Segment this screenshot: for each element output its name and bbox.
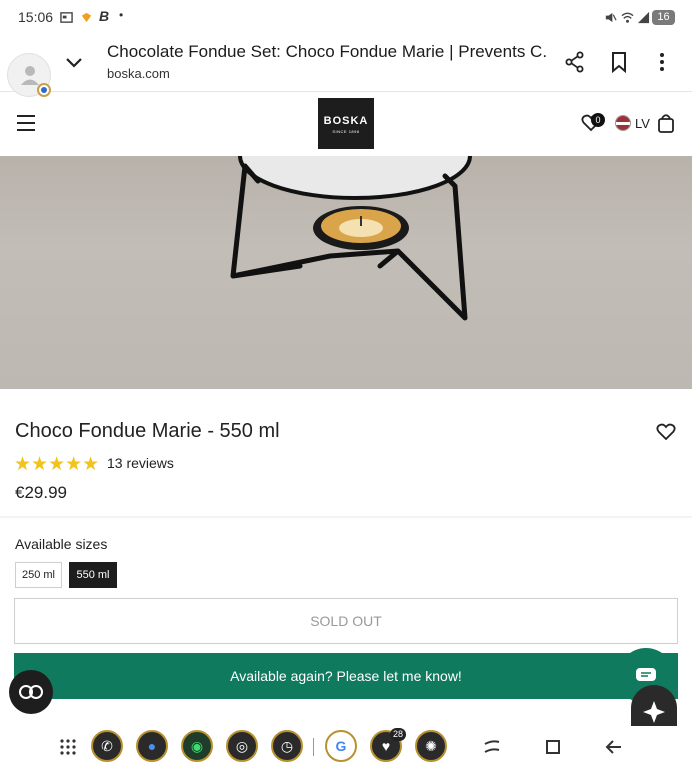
wishlist-count-badge: 0 (591, 113, 605, 127)
profile-avatar[interactable] (7, 53, 51, 97)
share-icon[interactable] (563, 50, 587, 74)
product-image[interactable] (0, 156, 692, 389)
wifi-icon (621, 12, 634, 23)
signal-icon (637, 11, 650, 24)
sizes-label: Available sizes (15, 536, 108, 552)
menu-icon[interactable] (16, 114, 36, 132)
shopping-bag-icon[interactable] (657, 113, 675, 133)
page-title[interactable]: Chocolate Fondue Set: Choco Fondue Marie… (107, 42, 547, 62)
site-header: BOSKA SINCE 1896 0 LV (0, 92, 692, 156)
android-nav-bar: ✆ ● ◉ ◎ ◷ G ♥ 28 ✺ (0, 726, 692, 768)
favorite-heart-icon[interactable] (656, 423, 676, 441)
home-icon[interactable] (544, 738, 562, 756)
messages-app-icon[interactable]: ● (136, 730, 168, 762)
camera-app-icon[interactable]: ◎ (226, 730, 258, 762)
logo-subtext: SINCE 1896 (332, 129, 360, 134)
bold-b-app-icon: B (99, 8, 110, 24)
app-notification-badge: 28 (390, 728, 406, 741)
browser-toolbar: Chocolate Fondue Set: Choco Fondue Marie… (0, 36, 692, 97)
notification-app-icon (81, 12, 92, 23)
chat-icon (636, 668, 656, 681)
link-icon (19, 685, 43, 699)
status-bar: 15:06 B • 16 (0, 0, 692, 36)
mute-icon (605, 12, 617, 23)
status-time: 15:06 (18, 9, 54, 25)
sold-out-button[interactable]: SOLD OUT (14, 598, 678, 644)
phone-app-icon[interactable]: ✆ (91, 730, 123, 762)
recents-icon[interactable] (483, 738, 501, 756)
person-icon (21, 66, 39, 85)
more-vert-icon[interactable] (650, 50, 674, 74)
whatsapp-app-icon[interactable]: ◉ (181, 730, 213, 762)
chevron-down-icon[interactable] (62, 50, 86, 74)
product-price: €29.99 (15, 483, 67, 502)
latvia-flag-icon[interactable] (615, 115, 631, 131)
dock-divider (313, 738, 314, 756)
more-notifications-dot: • (119, 8, 124, 22)
fondue-set-photo (230, 156, 472, 321)
notify-me-button[interactable]: Available again? Please let me know! (14, 653, 678, 699)
boska-logo[interactable]: BOSKA SINCE 1896 (318, 98, 374, 149)
product-title: Choco Fondue Marie - 550 ml (15, 420, 280, 442)
reviews-link[interactable]: 13 reviews (107, 455, 174, 471)
clock-app-icon[interactable]: ◷ (271, 730, 303, 762)
size-option-550ml[interactable]: 550 ml (69, 562, 117, 588)
rating-stars[interactable]: ★★★★★ (14, 453, 99, 476)
content-divider (0, 516, 692, 519)
battery-indicator: 16 (652, 10, 675, 25)
app-drawer-icon[interactable] (59, 738, 77, 756)
floating-link-button[interactable] (9, 670, 53, 714)
google-app-icon[interactable]: G (325, 730, 357, 762)
page-domain[interactable]: boska.com (107, 66, 170, 81)
size-option-250ml[interactable]: 250 ml (15, 562, 62, 588)
chatgpt-app-icon[interactable]: ✺ (415, 730, 447, 762)
gallery-icon (60, 12, 73, 23)
logo-text: BOSKA (323, 115, 369, 127)
language-selector[interactable]: LV (635, 116, 650, 131)
bookmark-icon[interactable] (607, 50, 631, 74)
back-icon[interactable] (605, 738, 623, 756)
